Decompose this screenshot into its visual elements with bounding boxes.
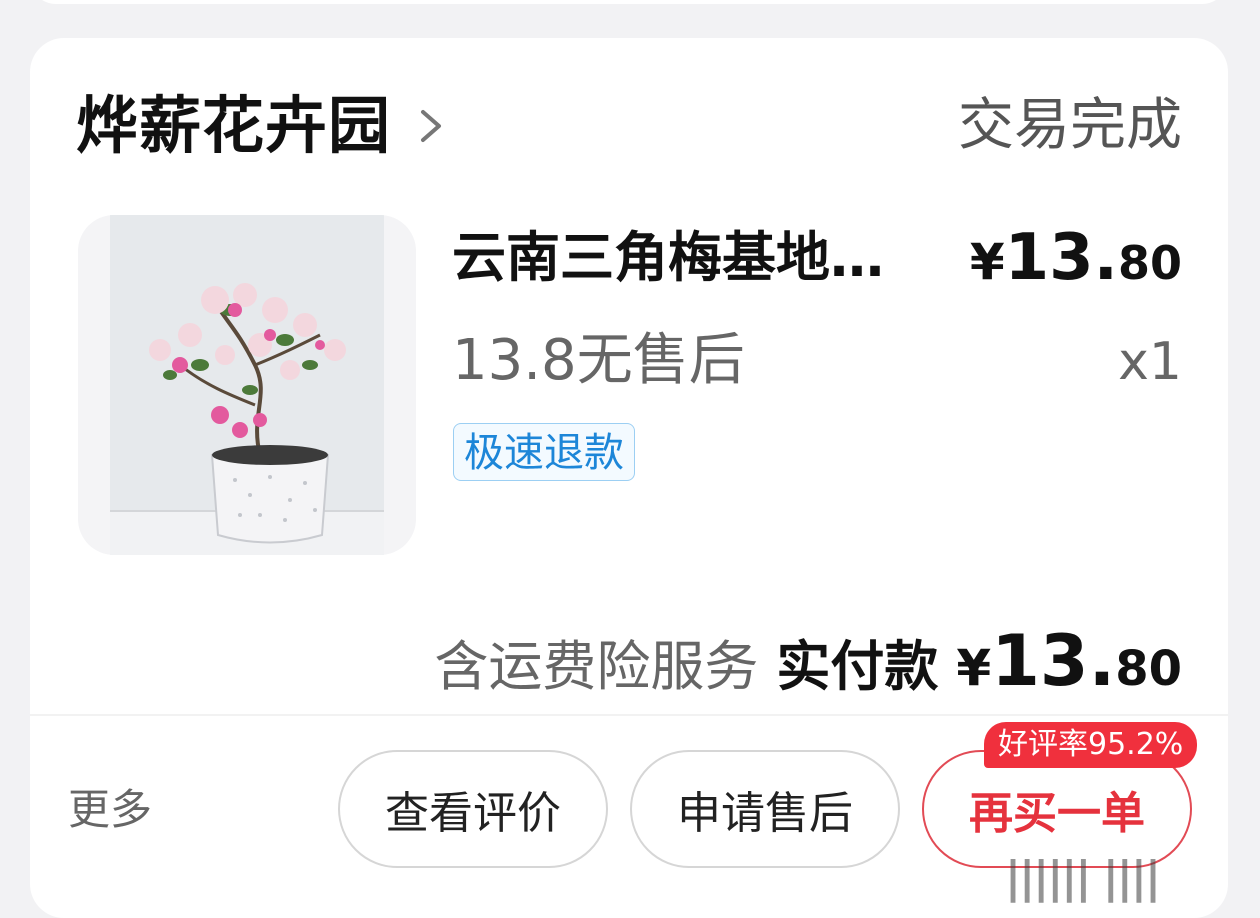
more-button[interactable]: 更多 (68, 782, 152, 838)
order-total: 含运费险服务 实付款 ¥13. 80 (434, 620, 1182, 702)
shop-header[interactable]: 烨薪花卉园 (76, 90, 445, 162)
shop-name[interactable]: 烨薪花卉园 (76, 90, 391, 162)
paid-decimal: 80 (1115, 641, 1182, 697)
rating-badge: 好评率95.2% (984, 722, 1198, 768)
view-review-button[interactable]: 查看评价 (338, 750, 608, 868)
after-sale-button[interactable]: 申请售后 (630, 750, 900, 868)
rebuy-label: 再买一单 (969, 788, 1145, 839)
paid-amount-label: 实付款 (776, 635, 939, 698)
bougainvillea-potted-plant-image (110, 215, 384, 555)
product-quantity: x1 (1118, 332, 1182, 392)
product-spec: 13.8无售后 (452, 328, 745, 393)
shipping-insurance-label: 含运费险服务 (434, 635, 759, 698)
after-sale-label: 申请售后 (677, 788, 853, 839)
product-title[interactable]: 云南三角梅基地… (452, 225, 884, 291)
price-decimal: 80 (1117, 236, 1182, 290)
price-currency: ¥ (969, 233, 1005, 291)
view-review-label: 查看评价 (385, 788, 561, 839)
watermark: |||||| |||| (1005, 852, 1161, 903)
paid-integer: 13. (991, 620, 1116, 702)
product-price: ¥13.80 (970, 222, 1182, 310)
divider (30, 714, 1228, 716)
chevron-right-icon[interactable] (415, 106, 445, 146)
fast-refund-tag: 极速退款 (453, 423, 635, 481)
product-image[interactable] (78, 215, 416, 555)
paid-currency: ¥ (956, 639, 992, 697)
order-status: 交易完成 (958, 93, 1182, 158)
previous-card (30, 0, 1228, 4)
price-integer: 13. (1004, 221, 1118, 295)
